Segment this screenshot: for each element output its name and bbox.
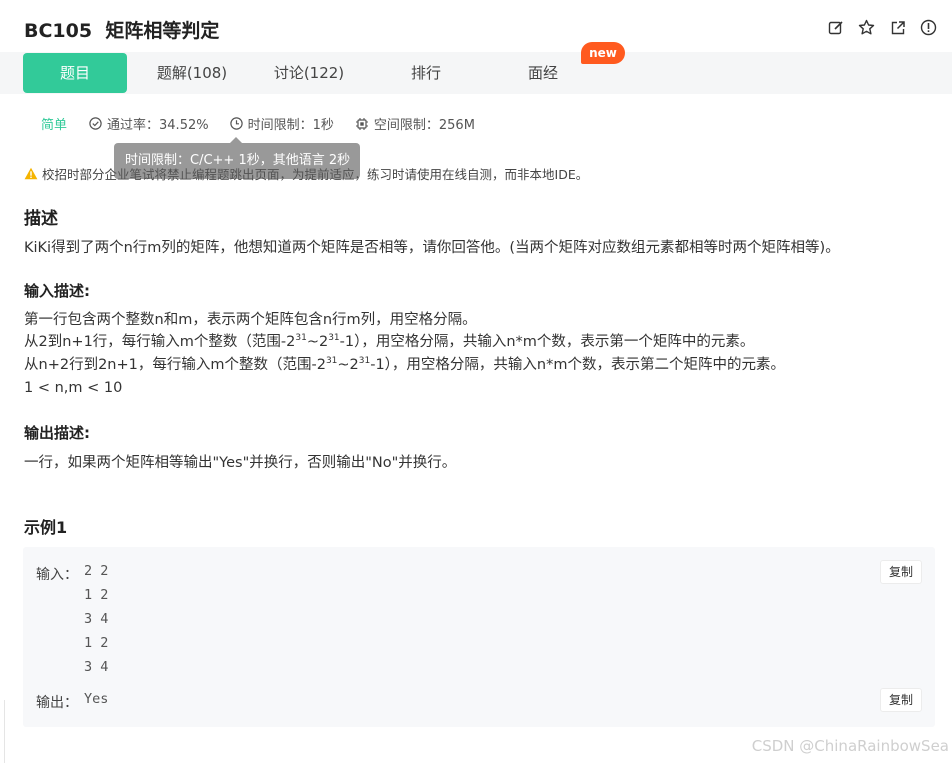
space-limit-text: 空间限制：256M xyxy=(373,118,475,133)
page-title: BC105 矩阵相等判定 xyxy=(24,16,219,43)
tab-solutions[interactable]: 题解(108) xyxy=(140,53,244,93)
header-actions xyxy=(826,18,938,37)
problem-meta: 简单 通过率：34.52% 时间限制：1秒 空间限制：256M xyxy=(41,114,496,133)
tab-discussion[interactable]: 讨论(122) xyxy=(257,53,361,93)
input-desc-heading: 输入描述: xyxy=(24,282,90,300)
tab-ranking[interactable]: 排行 xyxy=(374,53,478,93)
description-heading: 描述 xyxy=(24,209,58,229)
output-desc-text: 一行，如果两个矩阵相等输出"Yes"并换行，否则输出"No"并换行。 xyxy=(24,455,457,471)
time-limit-tooltip: 时间限制：C/C++ 1秒，其他语言 2秒 xyxy=(114,143,360,179)
input-desc-line1: 第一行包含两个整数n和m，表示两个矩阵包含n行m列，用空格分隔。 xyxy=(24,312,477,328)
example-output-label: 输出： xyxy=(36,695,78,711)
star-icon[interactable] xyxy=(857,18,876,37)
space-limit: 空间限制：256M xyxy=(355,114,475,133)
clock-icon xyxy=(229,117,243,130)
input-desc-line3: 从n+2行到2n+1，每行输入m个整数（范围-231~231-1），用空格分隔，… xyxy=(24,356,785,374)
tab-problem[interactable]: 题目 xyxy=(23,53,127,93)
output-desc-heading: 输出描述: xyxy=(24,424,90,442)
chip-icon xyxy=(355,117,368,130)
problem-id: BC105 xyxy=(24,20,93,42)
watermark: CSDN @ChinaRainbowSea xyxy=(751,737,949,755)
input-desc-line4: 1 < n,m < 10 xyxy=(24,380,123,396)
report-icon[interactable] xyxy=(919,18,938,37)
left-border-line xyxy=(4,700,5,763)
problem-tabs: 题目 题解(108) 讨论(122) 排行 面经 xyxy=(0,52,952,94)
pass-rate-text: 通过率：34.52% xyxy=(107,118,209,133)
check-circle-icon xyxy=(89,117,102,130)
external-link-icon[interactable] xyxy=(888,18,907,37)
warning-icon xyxy=(24,167,38,180)
description-text: KiKi得到了两个n行m列的矩阵，他想知道两个矩阵是否相等，请你回答他。(当两个… xyxy=(24,240,840,256)
example-heading: 示例1 xyxy=(24,518,68,537)
example-input-value[interactable]: 2 2 1 2 3 4 1 2 3 4 xyxy=(84,559,108,679)
problem-name: 矩阵相等判定 xyxy=(105,20,220,42)
new-badge: new xyxy=(581,42,625,64)
difficulty-label: 简单 xyxy=(41,118,68,133)
pass-rate: 通过率：34.52% xyxy=(89,114,209,133)
time-limit-text: 时间限制：1秒 xyxy=(247,118,334,133)
example-output-value[interactable]: Yes xyxy=(84,687,108,711)
input-desc-line2: 从2到n+1行，每行输入m个整数（范围-231~231-1），用空格分隔，共输入… xyxy=(24,333,755,351)
problem-header: BC105 矩阵相等判定 xyxy=(0,0,952,56)
time-limit[interactable]: 时间限制：1秒 xyxy=(229,114,334,133)
copy-input-button[interactable]: 复制 xyxy=(880,560,922,584)
tab-interview[interactable]: 面经 xyxy=(491,53,595,93)
example-box: 输入： 2 2 1 2 3 4 1 2 3 4 复制 输出： Yes 复制 xyxy=(23,547,935,727)
copy-output-button[interactable]: 复制 xyxy=(880,688,922,712)
edit-icon[interactable] xyxy=(826,18,845,37)
example-input-label: 输入： xyxy=(36,567,78,583)
